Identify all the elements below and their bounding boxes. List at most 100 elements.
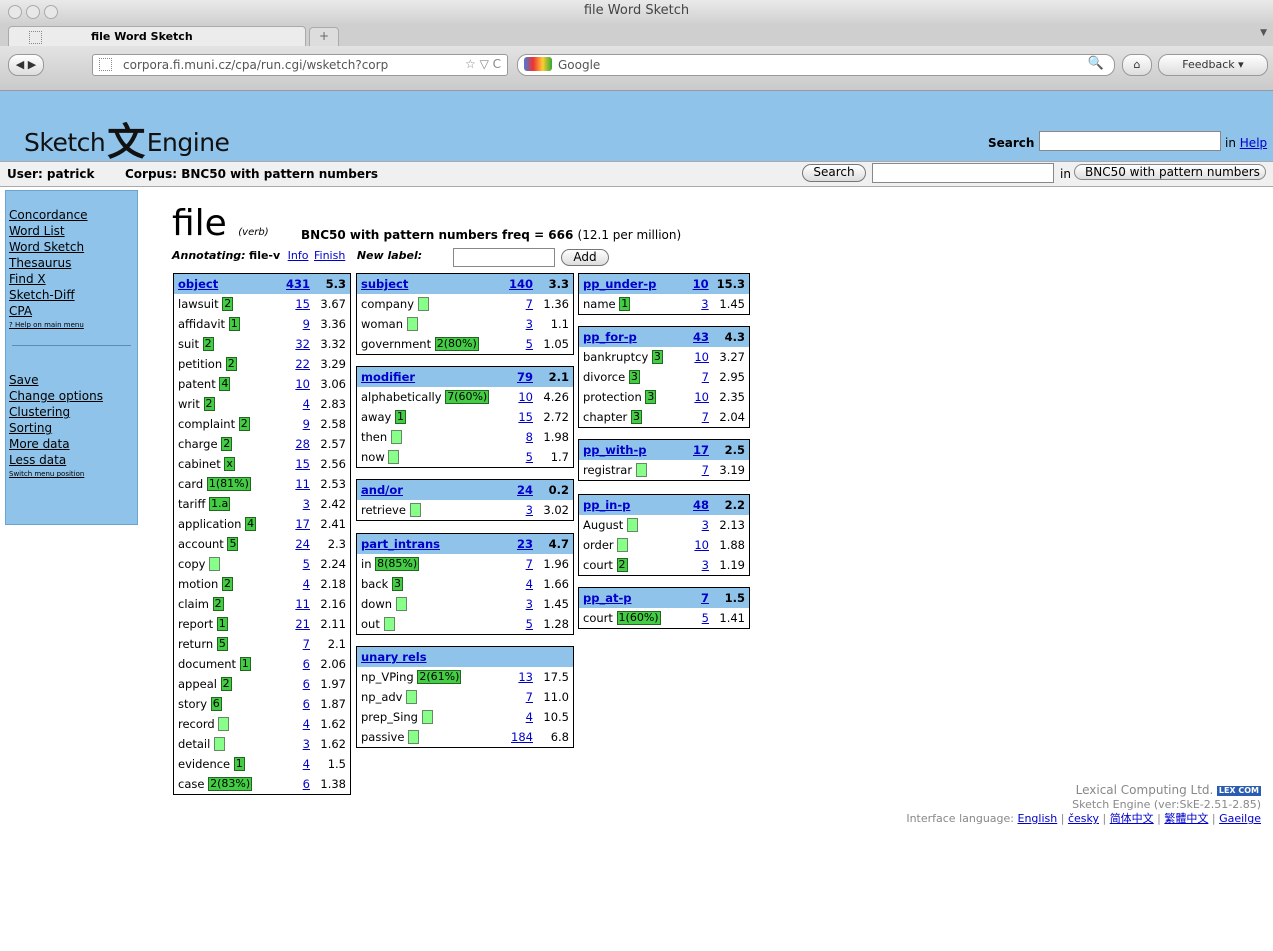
pattern-tag[interactable]: 2 — [616, 558, 628, 573]
frequency-link[interactable]: 7 — [702, 463, 709, 477]
pattern-tag[interactable]: 3 — [645, 390, 657, 405]
frequency-link[interactable]: 4 — [526, 710, 533, 724]
frequency-link[interactable]: 7 — [526, 297, 533, 311]
frequency-link[interactable]: 13 — [518, 670, 533, 684]
finish-link[interactable]: Finish — [314, 249, 345, 262]
pattern-tag[interactable] — [383, 617, 395, 632]
pattern-tag[interactable] — [635, 463, 647, 478]
header-search-input[interactable] — [1039, 131, 1221, 151]
gramrel-count-link[interactable]: 79 — [517, 370, 533, 384]
frequency-link[interactable]: 32 — [295, 337, 310, 351]
pattern-tag[interactable]: 1 — [216, 617, 228, 632]
frequency-link[interactable]: 4 — [303, 717, 310, 731]
pattern-tag[interactable]: 1 — [233, 757, 245, 772]
pattern-tag[interactable]: 4 — [219, 377, 231, 392]
gramrel-name-link[interactable]: modifier — [361, 370, 415, 384]
pattern-tag[interactable]: 2 — [221, 437, 233, 452]
lang-irish[interactable]: Gaeilge — [1219, 812, 1261, 825]
lexcom-logo[interactable]: LEX COM — [1216, 786, 1261, 796]
pattern-tag[interactable]: 6 — [210, 697, 222, 712]
sidebar-item-change-options[interactable]: Change options — [6, 388, 137, 404]
pattern-tag[interactable]: 1(81%) — [206, 477, 251, 492]
gramrel-count-link[interactable]: 23 — [517, 537, 533, 551]
gramrel-name-link[interactable]: part_intrans — [361, 537, 440, 551]
pattern-tag[interactable]: 2(83%) — [208, 777, 253, 792]
frequency-link[interactable]: 4 — [526, 577, 533, 591]
pattern-tag[interactable]: 3 — [651, 350, 663, 365]
pattern-tag[interactable] — [421, 710, 433, 725]
frequency-link[interactable]: 184 — [511, 730, 533, 744]
pattern-tag[interactable] — [218, 717, 230, 732]
info-link[interactable]: Info — [288, 249, 309, 262]
sidebar-item-concordance[interactable]: Concordance — [6, 207, 137, 223]
back-button[interactable]: ◀ ▶ — [8, 54, 44, 76]
frequency-link[interactable]: 3 — [526, 597, 533, 611]
lang-chinese-traditional[interactable]: 繁體中文 — [1164, 812, 1208, 825]
frequency-link[interactable]: 9 — [303, 317, 310, 331]
gramrel-name-link[interactable]: pp_under-p — [583, 277, 656, 291]
frequency-link[interactable]: 28 — [295, 437, 310, 451]
frequency-link[interactable]: 5 — [526, 450, 533, 464]
pattern-tag[interactable] — [409, 503, 421, 518]
pattern-tag[interactable]: 7(60%) — [445, 390, 490, 405]
pattern-tag[interactable]: 1 — [228, 317, 240, 332]
frequency-link[interactable]: 6 — [303, 657, 310, 671]
gramrel-name-link[interactable]: and/or — [361, 483, 403, 497]
minimize-window-button[interactable] — [26, 5, 40, 19]
gramrel-name-link[interactable]: subject — [361, 277, 408, 291]
frequency-link[interactable]: 7 — [526, 557, 533, 571]
sidebar-item-word-sketch[interactable]: Word Sketch — [6, 239, 137, 255]
gramrel-name-link[interactable]: unary rels — [361, 650, 427, 664]
frequency-link[interactable]: 5 — [526, 337, 533, 351]
pattern-tag[interactable]: 1 — [239, 657, 251, 672]
frequency-link[interactable]: 5 — [526, 617, 533, 631]
pattern-tag[interactable]: 2 — [222, 297, 234, 312]
frequency-link[interactable]: 8 — [526, 430, 533, 444]
gramrel-count-link[interactable]: 24 — [517, 483, 533, 497]
sidebar-item-clustering[interactable]: Clustering — [6, 404, 137, 420]
gramrel-count-link[interactable]: 48 — [693, 498, 709, 512]
lang-chinese-simplified[interactable]: 简体中文 — [1110, 812, 1154, 825]
pattern-tag[interactable]: 3 — [630, 410, 642, 425]
pattern-tag[interactable]: 4 — [245, 517, 257, 532]
pattern-tag[interactable] — [408, 730, 420, 745]
frequency-link[interactable]: 10 — [694, 390, 709, 404]
google-logo-icon[interactable] — [524, 57, 552, 71]
pattern-tag[interactable] — [617, 538, 629, 553]
frequency-link[interactable]: 4 — [303, 577, 310, 591]
frequency-link[interactable]: 22 — [295, 357, 310, 371]
frequency-link[interactable]: 11 — [295, 597, 310, 611]
gramrel-name-link[interactable]: pp_in-p — [583, 498, 630, 512]
gramrel-name-link[interactable]: pp_for-p — [583, 330, 637, 344]
gramrel-count-link[interactable]: 10 — [693, 277, 709, 291]
pattern-tag[interactable] — [626, 518, 638, 533]
frequency-link[interactable]: 3 — [303, 737, 310, 751]
frequency-link[interactable]: 3 — [701, 297, 708, 311]
new-tab-button[interactable]: + — [309, 27, 339, 47]
sidebar-item-save[interactable]: Save — [6, 372, 137, 388]
frequency-link[interactable]: 4 — [303, 397, 310, 411]
frequency-link[interactable]: 10 — [694, 538, 709, 552]
frequency-link[interactable]: 3 — [702, 558, 709, 572]
frequency-link[interactable]: 7 — [526, 690, 533, 704]
gramrel-name-link[interactable]: pp_with-p — [583, 443, 646, 457]
pattern-tag[interactable] — [390, 430, 402, 445]
pattern-tag[interactable] — [417, 297, 429, 312]
frequency-link[interactable]: 9 — [303, 417, 310, 431]
corpus-search-input[interactable] — [872, 163, 1054, 183]
pattern-tag[interactable]: 2(80%) — [434, 337, 479, 352]
bookmark-star-icon[interactable]: ☆ ▽ C — [465, 57, 501, 71]
frequency-link[interactable]: 15 — [295, 457, 310, 471]
pattern-tag[interactable]: 2(61%) — [417, 670, 462, 685]
sidebar-item-find-x[interactable]: Find X — [6, 271, 137, 287]
google-search-box[interactable]: Google 🔍 — [517, 54, 1115, 76]
frequency-link[interactable]: 3 — [702, 518, 709, 532]
sidebar-switch-position[interactable]: Switch menu position — [6, 468, 137, 480]
pattern-tag[interactable]: 3 — [628, 370, 640, 385]
pattern-tag[interactable]: 1 — [394, 410, 406, 425]
gramrel-name-link[interactable]: pp_at-p — [583, 591, 631, 605]
frequency-link[interactable]: 10 — [694, 350, 709, 364]
browser-tab[interactable]: file Word Sketch — [8, 26, 306, 47]
sidebar-item-sketch-diff[interactable]: Sketch-Diff — [6, 287, 137, 303]
pattern-tag[interactable] — [209, 557, 221, 572]
